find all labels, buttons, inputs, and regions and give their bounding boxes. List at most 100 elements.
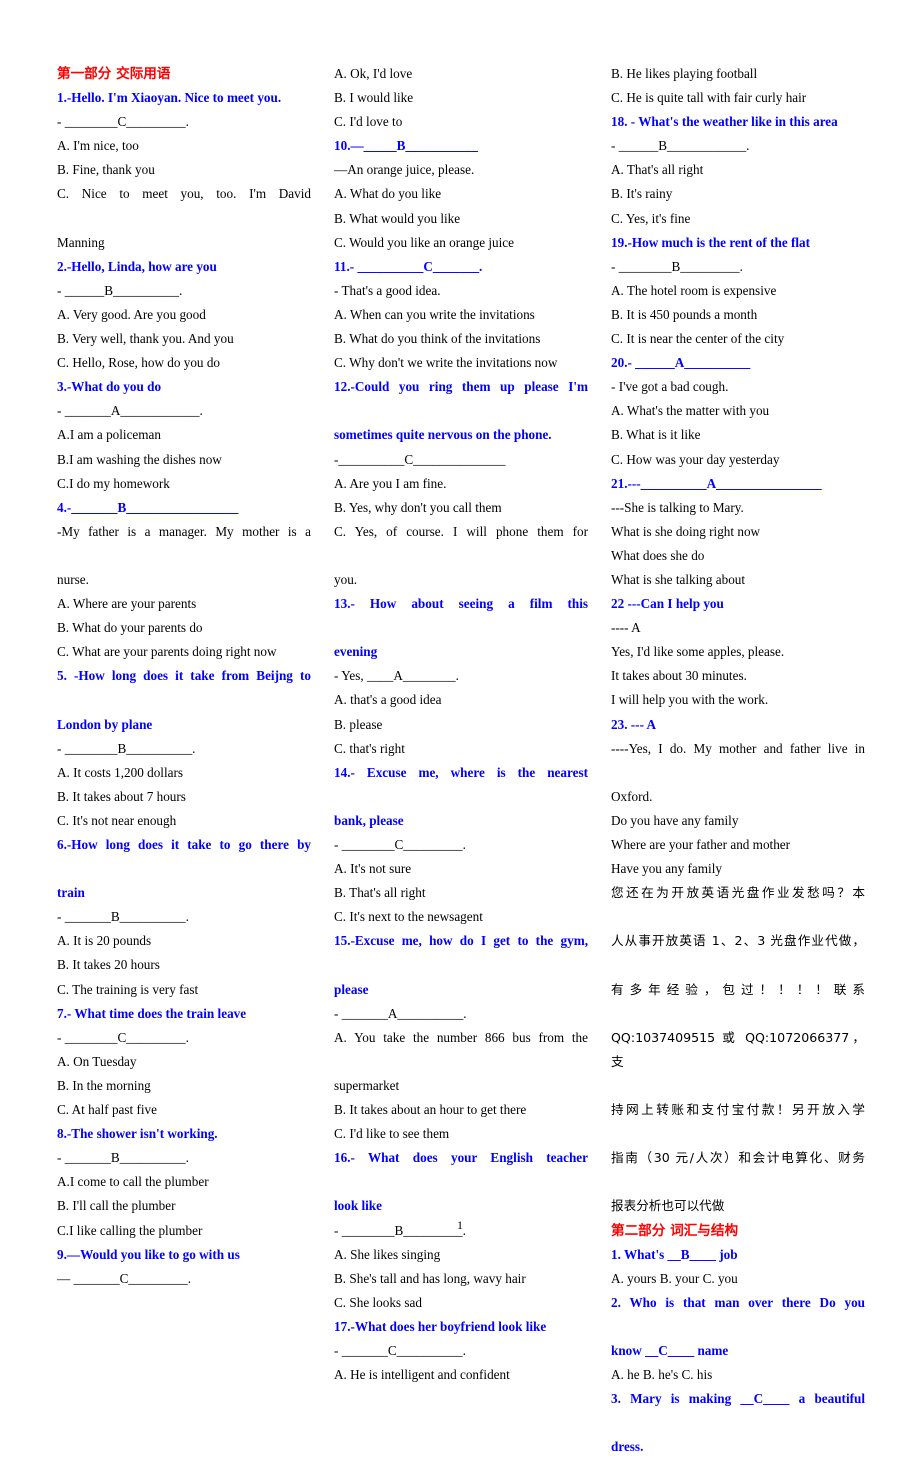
answer-blank-line: - ________C_________. bbox=[57, 1029, 189, 1045]
option-text: B. He likes playing football bbox=[611, 66, 758, 81]
question-text: 23. --- A bbox=[611, 716, 657, 732]
option-text: C. The training is very fast bbox=[57, 981, 199, 997]
question-blank-line: 20.- ______A__________ bbox=[611, 355, 751, 371]
option-text: C. Yes, it's fine bbox=[611, 210, 691, 226]
option-text: B. It's rainy bbox=[611, 186, 673, 202]
answer-blank-line: - ________B__________. bbox=[57, 740, 196, 756]
option-text: C. I'd love to bbox=[334, 114, 403, 130]
column-1: 第一部分 交际用语 1.-Hello. I'm Xiaoyan. Nice to … bbox=[57, 62, 311, 1291]
question-text: 3.-What do you do bbox=[57, 379, 162, 395]
option-text: B. I'll call the plumber bbox=[57, 1198, 176, 1214]
chinese-ad-line: 持网上转账和支付宝付款！另开放入学 bbox=[611, 1102, 865, 1118]
section-header: 第一部分 交际用语 bbox=[57, 66, 171, 82]
option-text: C. Yes, of course. I will phone them for bbox=[334, 523, 588, 539]
answer-blank-line: - ______B____________. bbox=[611, 138, 750, 154]
option-text: C. What are your parents doing right now bbox=[57, 644, 277, 660]
option-text: A. It is 20 pounds bbox=[57, 933, 152, 949]
question-text: 18. - What's the weather like in this ar… bbox=[611, 114, 838, 130]
option-text: A.I am a policeman bbox=[57, 427, 161, 443]
question-blank-line: 21.---__________A________________ bbox=[611, 475, 822, 491]
option-text: A. Very good. Are you good bbox=[57, 306, 206, 322]
option-text: A. I'm nice, too bbox=[57, 138, 139, 154]
option-text: - That's a good idea. bbox=[334, 282, 441, 298]
option-text: A. On Tuesday bbox=[57, 1053, 137, 1069]
question-text: bank, please bbox=[334, 812, 404, 828]
option-text: A. Where are your parents bbox=[57, 596, 197, 612]
option-text: A. That's all right bbox=[611, 162, 704, 178]
question-text: know __C____ name bbox=[611, 1342, 729, 1358]
answer-blank-line: - _______A____________. bbox=[57, 403, 203, 419]
option-text: B. please bbox=[334, 716, 383, 732]
option-text: C. At half past five bbox=[57, 1102, 157, 1118]
option-text: Manning bbox=[57, 234, 105, 250]
option-text: Oxford. bbox=[611, 788, 653, 804]
option-text: C. Hello, Rose, how do you do bbox=[57, 355, 221, 371]
option-text: supermarket bbox=[334, 1077, 400, 1093]
option-text: Where are your father and mother bbox=[611, 837, 791, 852]
option-text: Yes, I'd like some apples, please. bbox=[611, 644, 785, 660]
option-text: you. bbox=[334, 571, 358, 587]
question-text: sometimes quite nervous on the phone. bbox=[334, 427, 552, 443]
question-text: 1. What's __B____ job bbox=[611, 1246, 738, 1262]
option-text: B. It takes about an hour to get there bbox=[334, 1102, 527, 1118]
option-text: B. Very well, thank you. And you bbox=[57, 331, 234, 347]
option-text: B. That's all right bbox=[334, 885, 426, 901]
question-text: 12.-Could you ring them up please I'm bbox=[334, 379, 588, 395]
option-text: A. It's not sure bbox=[334, 861, 412, 877]
answer-blank-line: - _______B__________. bbox=[57, 909, 189, 925]
option-text: A. What do you like bbox=[334, 186, 442, 202]
option-text: I will help you with the work. bbox=[611, 692, 769, 708]
answer-blank-line: - Yes, ____A________. bbox=[334, 668, 459, 684]
option-text: A. Are you I am fine. bbox=[334, 475, 447, 491]
option-text: ----Yes, I do. My mother and father live… bbox=[611, 740, 865, 756]
question-text: 7.- What time does the train leave bbox=[57, 1005, 247, 1021]
option-text: B. What would you like bbox=[334, 210, 461, 226]
option-text: B. What do your parents do bbox=[57, 620, 203, 636]
option-text: Do you have any family bbox=[611, 812, 739, 828]
answer-blank-line: - _______C__________. bbox=[334, 1342, 466, 1358]
option-text: A. He is intelligent and confident bbox=[334, 1367, 510, 1383]
option-text: A. he B. he's C. his bbox=[611, 1367, 713, 1383]
option-text: ---- A bbox=[611, 620, 641, 636]
question-blank-line: 11.- __________C_______. bbox=[334, 258, 483, 274]
question-text: 13.- How about seeing a film this bbox=[334, 596, 588, 612]
question-text: 9.—Would you like to go with us bbox=[57, 1246, 240, 1262]
question-text: 17.-What does her boyfriend look like bbox=[334, 1318, 547, 1334]
option-text: What is she doing right now bbox=[611, 523, 761, 539]
option-text: Have you any family bbox=[611, 861, 722, 877]
option-text: B. In the morning bbox=[57, 1077, 151, 1093]
option-text: C. It's next to the newsagent bbox=[334, 909, 483, 925]
option-text: A. The hotel room is expensive bbox=[611, 282, 777, 298]
question-text: evening bbox=[334, 644, 378, 660]
document-page: 第一部分 交际用语 1.-Hello. I'm Xiaoyan. Nice to … bbox=[0, 0, 920, 1454]
question-text: London by plane bbox=[57, 716, 153, 732]
option-text: ---She is talking to Mary. bbox=[611, 499, 744, 515]
question-text: 5. -How long does it take from Beijng to bbox=[57, 668, 311, 684]
question-blank-line: 10.—_____B___________ bbox=[334, 138, 478, 154]
option-text: C. Nice to meet you, too. I'm David bbox=[57, 186, 311, 202]
option-text: C. I'd like to see them bbox=[334, 1126, 450, 1142]
option-text: nurse. bbox=[57, 571, 89, 587]
option-text: -My father is a manager. My mother is a bbox=[57, 523, 311, 539]
answer-blank-line: - _______A__________. bbox=[334, 1005, 467, 1021]
answer-blank-line: - _______B__________. bbox=[57, 1150, 189, 1166]
option-text: B. Yes, why don't you call them bbox=[334, 499, 502, 515]
option-text: What does she do bbox=[611, 547, 705, 563]
option-text: C. How was your day yesterday bbox=[611, 451, 780, 467]
option-text: B. What is it like bbox=[611, 427, 701, 443]
option-text: C. It's not near enough bbox=[57, 812, 177, 828]
option-text: B.I am washing the dishes now bbox=[57, 451, 222, 467]
option-text: A. Ok, I'd love bbox=[334, 66, 413, 81]
question-text: train bbox=[57, 885, 85, 901]
question-text: look like bbox=[334, 1198, 382, 1214]
question-text: 19.-How much is the rent of the flat bbox=[611, 234, 811, 250]
question-text: 8.-The shower isn't working. bbox=[57, 1126, 218, 1142]
question-text: 3. Mary is making __C____ a beautiful bbox=[611, 1391, 865, 1407]
option-text: C. She looks sad bbox=[334, 1294, 422, 1310]
question-blank-line: 4.-_______B_________________ bbox=[57, 499, 239, 515]
option-text: What is she talking about bbox=[611, 571, 746, 587]
question-text: dress. bbox=[611, 1439, 644, 1455]
question-text: 2.-Hello, Linda, how are you bbox=[57, 258, 217, 274]
option-text: A. She likes singing bbox=[334, 1246, 441, 1262]
option-text: C. Why don't we write the invitations no… bbox=[334, 355, 558, 371]
